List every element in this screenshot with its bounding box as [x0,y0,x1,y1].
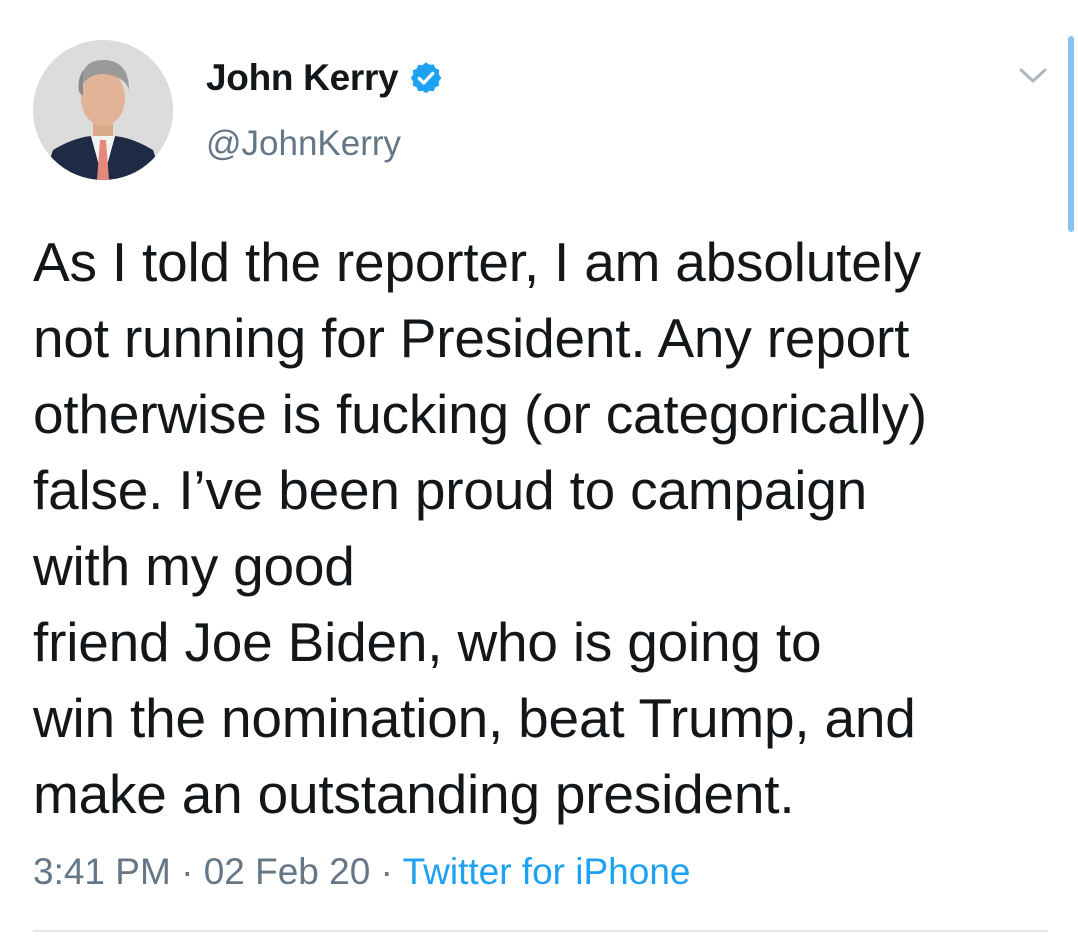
display-name[interactable]: John Kerry [206,56,399,100]
tweet-text-line: make an outstanding president. [33,763,795,825]
tweet-meta: 3:41 PM · 02 Feb 20 · Twitter for iPhone [33,848,690,896]
avatar[interactable] [33,40,173,180]
tweet-card: John Kerry @JohnKerry As I told the repo… [0,0,1078,938]
tweet-text: As I told the reporter, I am absolutely … [33,224,1043,832]
divider [33,930,1048,932]
scrollbar[interactable] [1068,36,1074,232]
tweet-text-line: friend Joe Biden, who is going to [33,611,822,673]
tweet-text-line: with my good [33,535,355,597]
user-handle[interactable]: @JohnKerry [206,122,401,166]
chevron-down-icon[interactable] [1015,64,1051,88]
tweet-date: 02 Feb 20 [203,851,371,892]
meta-separator: · [380,851,393,892]
meta-separator: · [181,851,194,892]
tweet-source-link[interactable]: Twitter for iPhone [403,851,691,892]
tweet-text-line: not running for President. Any report [33,307,910,369]
author-name-row[interactable]: John Kerry [206,56,444,100]
avatar-image [33,40,173,180]
verified-badge-icon [408,60,444,96]
tweet-text-line: false. I’ve been proud to campaign [33,459,868,521]
tweet-text-line: win the nomination, beat Trump, and [33,687,916,749]
tweet-text-line: As I told the reporter, I am absolutely [33,231,921,293]
tweet-time: 3:41 PM [33,851,171,892]
tweet-text-line: otherwise is fucking (or categorically) [33,383,927,445]
